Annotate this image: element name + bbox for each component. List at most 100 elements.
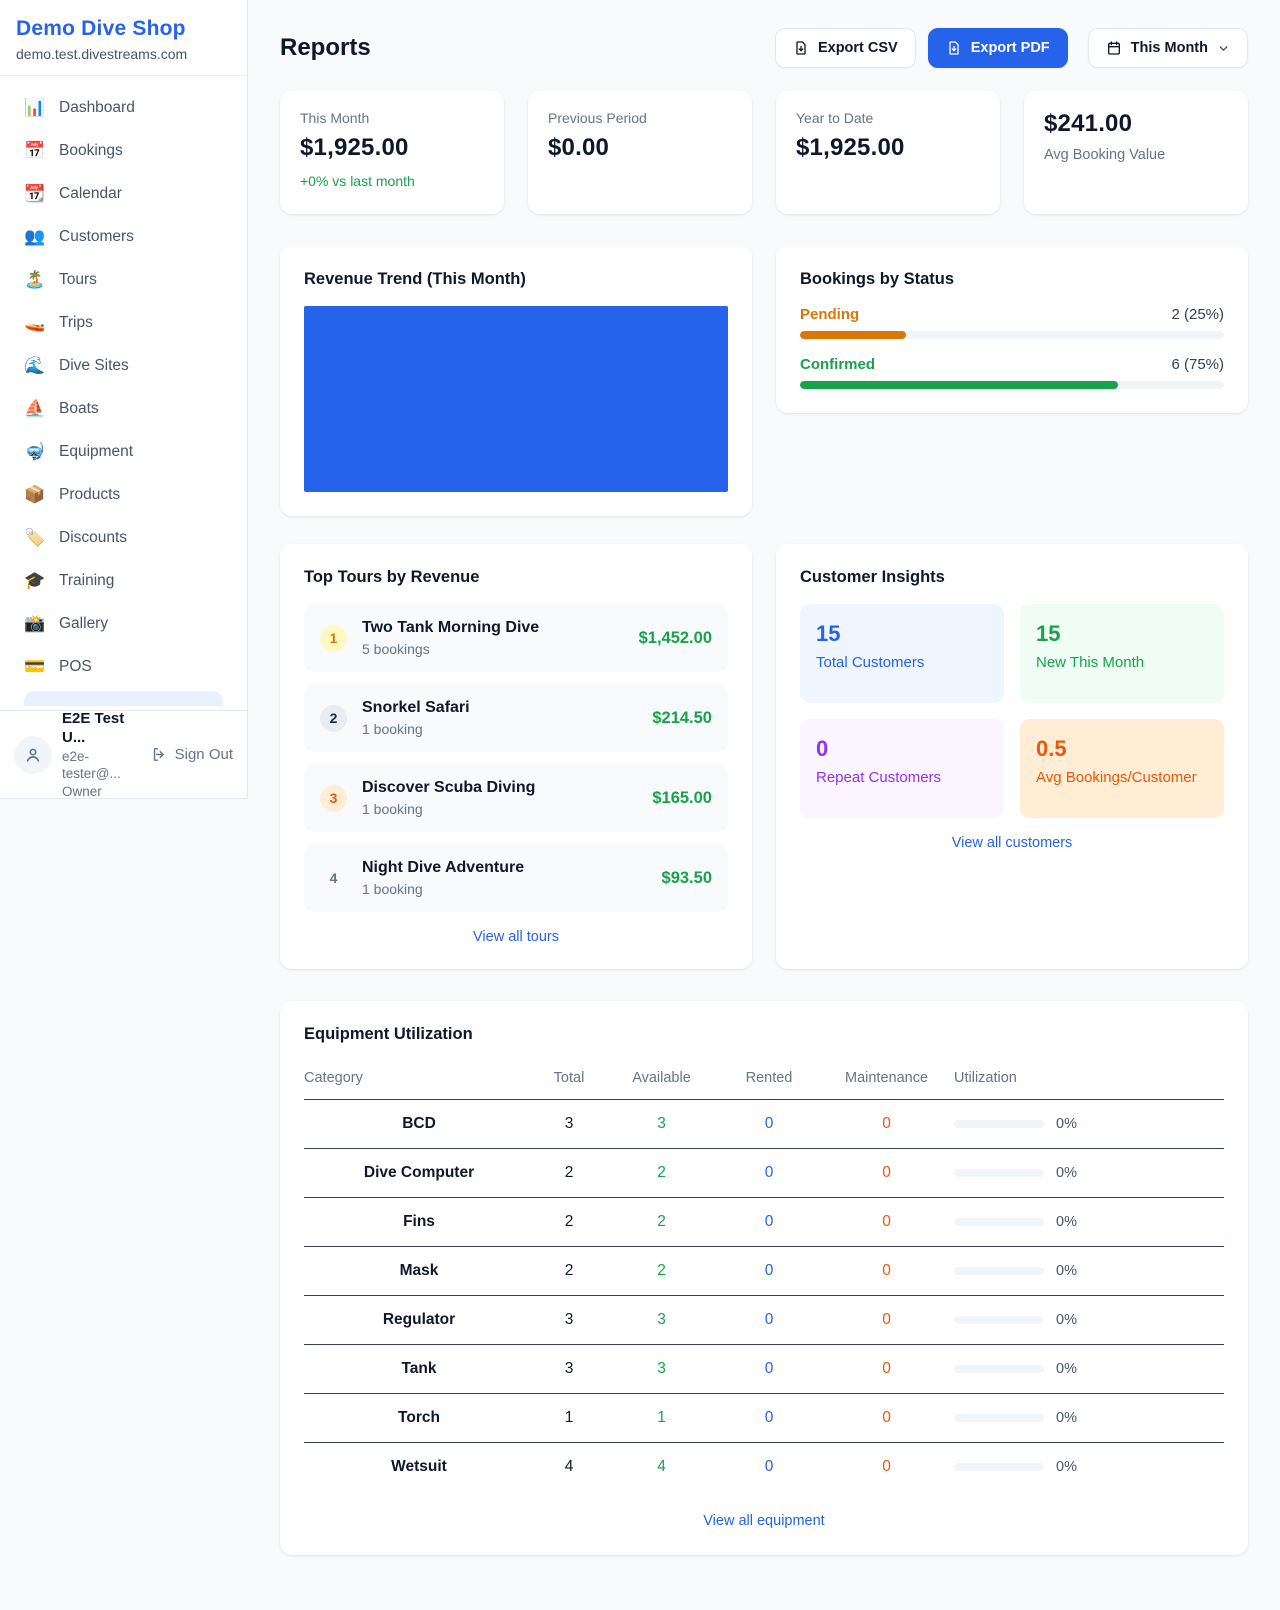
- stat-card-previous-period: Previous Period $0.00: [528, 90, 752, 214]
- sidebar-item-label: Bookings: [59, 142, 123, 160]
- export-pdf-button[interactable]: Export PDF: [928, 28, 1068, 68]
- sidebar-item-label: Dive Sites: [59, 357, 129, 375]
- cell-category: Dive Computer: [304, 1149, 534, 1198]
- cell-available: 2: [604, 1247, 719, 1296]
- revenue-trend-title: Revenue Trend (This Month): [304, 270, 728, 289]
- cell-rented: 0: [719, 1198, 819, 1247]
- status-bar-track: [800, 381, 1224, 389]
- sidebar-item-trips[interactable]: 🚤 Trips: [12, 304, 235, 342]
- stat-value: $0.00: [548, 134, 732, 162]
- rank-badge: 4: [320, 865, 347, 892]
- cell-available: 3: [604, 1296, 719, 1345]
- tours-list: 1 Two Tank Morning Dive 5 bookings $1,45…: [304, 604, 728, 912]
- cell-available: 3: [604, 1100, 719, 1149]
- insight-value: 0: [816, 736, 988, 762]
- sidebar-item-dive-sites[interactable]: 🌊 Dive Sites: [12, 347, 235, 385]
- sidebar-item-bookings[interactable]: 📅 Bookings: [12, 132, 235, 170]
- insight-tile: 0 Repeat Customers: [800, 719, 1004, 818]
- sidebar-item-pos[interactable]: 💳 POS: [12, 648, 235, 686]
- stats-row: This Month $1,925.00 +0% vs last month P…: [280, 90, 1248, 214]
- user-name: E2E Test U...: [62, 709, 141, 748]
- column-header-utilization: Utilization: [954, 1060, 1224, 1100]
- table-row: Dive Computer 2 2 0 0 0%: [304, 1149, 1224, 1198]
- sidebar-item-products[interactable]: 📦 Products: [12, 476, 235, 514]
- cell-maintenance: 0: [819, 1345, 954, 1394]
- sidebar-item-boats[interactable]: ⛵ Boats: [12, 390, 235, 428]
- sidebar-item-icon: 📸: [24, 614, 46, 634]
- tour-bookings: 1 booking: [362, 881, 647, 897]
- sidebar-item-icon: 🏷️: [24, 528, 46, 548]
- insight-label: New This Month: [1036, 654, 1208, 671]
- tour-bookings: 1 booking: [362, 801, 637, 817]
- sidebar-item-tours[interactable]: 🏝️ Tours: [12, 261, 235, 299]
- table-row: Tank 3 3 0 0 0%: [304, 1345, 1224, 1394]
- utilization-bar-track: [954, 1169, 1044, 1177]
- sidebar-item-training[interactable]: 🎓 Training: [12, 562, 235, 600]
- stat-card-avg-booking-value: $241.00 Avg Booking Value: [1024, 90, 1248, 214]
- utilization-percent: 0%: [1056, 1263, 1077, 1279]
- table-row: Fins 2 2 0 0 0%: [304, 1198, 1224, 1247]
- cell-available: 1: [604, 1394, 719, 1443]
- sidebar-item-equipment[interactable]: 🤿 Equipment: [12, 433, 235, 471]
- sidebar: Demo Dive Shop demo.test.divestreams.com…: [0, 0, 248, 799]
- column-header-category: Category: [304, 1060, 534, 1100]
- sidebar-item-calendar[interactable]: 📆 Calendar: [12, 175, 235, 213]
- insight-label: Repeat Customers: [816, 769, 988, 786]
- equipment-table: Category Total Available Rented Maintena…: [304, 1060, 1224, 1491]
- sidebar-item-customers[interactable]: 👥 Customers: [12, 218, 235, 256]
- utilization-percent: 0%: [1056, 1116, 1077, 1132]
- tour-amount: $1,452.00: [639, 629, 712, 648]
- cell-maintenance: 0: [819, 1149, 954, 1198]
- cell-available: 3: [604, 1345, 719, 1394]
- tour-info: Night Dive Adventure 1 booking: [362, 859, 647, 897]
- sidebar-item-label: Dashboard: [59, 99, 135, 117]
- sidebar-item-gallery[interactable]: 📸 Gallery: [12, 605, 235, 643]
- customer-insights-card: Customer Insights 15 Total Customers 15 …: [776, 544, 1248, 969]
- sidebar-item-discounts[interactable]: 🏷️ Discounts: [12, 519, 235, 557]
- utilization-bar-track: [954, 1365, 1044, 1373]
- utilization-percent: 0%: [1056, 1459, 1077, 1475]
- tour-info: Snorkel Safari 1 booking: [362, 699, 637, 737]
- insight-value: 15: [1036, 621, 1208, 647]
- utilization-percent: 0%: [1056, 1410, 1077, 1426]
- status-head: Confirmed 6 (75%): [800, 356, 1224, 373]
- utilization-bar-track: [954, 1218, 1044, 1226]
- sidebar-item-label: Products: [59, 486, 120, 504]
- export-csv-label: Export CSV: [818, 40, 898, 56]
- sidebar-item-label: Tours: [59, 271, 97, 289]
- cell-utilization: 0%: [954, 1296, 1224, 1345]
- sidebar-item-icon: 🌊: [24, 356, 46, 376]
- sign-out-button[interactable]: Sign Out: [151, 746, 233, 763]
- sidebar-item-icon: 💳: [24, 657, 46, 677]
- period-dropdown[interactable]: This Month: [1088, 28, 1248, 68]
- cell-rented: 0: [719, 1394, 819, 1443]
- cell-category: Mask: [304, 1247, 534, 1296]
- sidebar-item-partial-selected[interactable]: [24, 691, 223, 706]
- cell-maintenance: 0: [819, 1394, 954, 1443]
- utilization-percent: 0%: [1056, 1312, 1077, 1328]
- sidebar-item-icon: 🚤: [24, 313, 46, 333]
- sidebar-item-icon: ⛵: [24, 399, 46, 419]
- user-area: E2E Test U... e2e-tester@... Owner Sign …: [0, 710, 247, 798]
- export-csv-button[interactable]: Export CSV: [775, 28, 916, 68]
- user-role: Owner: [62, 783, 141, 801]
- utilization-percent: 0%: [1056, 1165, 1077, 1181]
- rank-badge: 3: [320, 785, 347, 812]
- cell-category: Torch: [304, 1394, 534, 1443]
- tour-bookings: 5 bookings: [362, 641, 624, 657]
- page-title: Reports: [280, 34, 371, 62]
- status-bar-track: [800, 331, 1224, 339]
- cell-rented: 0: [719, 1247, 819, 1296]
- status-count: 2 (25%): [1171, 306, 1224, 323]
- column-header-rented: Rented: [719, 1060, 819, 1100]
- sidebar-item-icon: 👥: [24, 227, 46, 247]
- tour-list-item: 4 Night Dive Adventure 1 booking $93.50: [304, 844, 728, 912]
- user-info: E2E Test U... e2e-tester@... Owner: [62, 709, 141, 801]
- view-all-equipment-link[interactable]: View all equipment: [304, 1513, 1224, 1529]
- stat-card-this-month: This Month $1,925.00 +0% vs last month: [280, 90, 504, 214]
- sidebar-item-label: Customers: [59, 228, 134, 246]
- view-all-customers-link[interactable]: View all customers: [800, 835, 1224, 851]
- sidebar-item-dashboard[interactable]: 📊 Dashboard: [12, 89, 235, 127]
- cell-total: 2: [534, 1247, 604, 1296]
- view-all-tours-link[interactable]: View all tours: [304, 929, 728, 945]
